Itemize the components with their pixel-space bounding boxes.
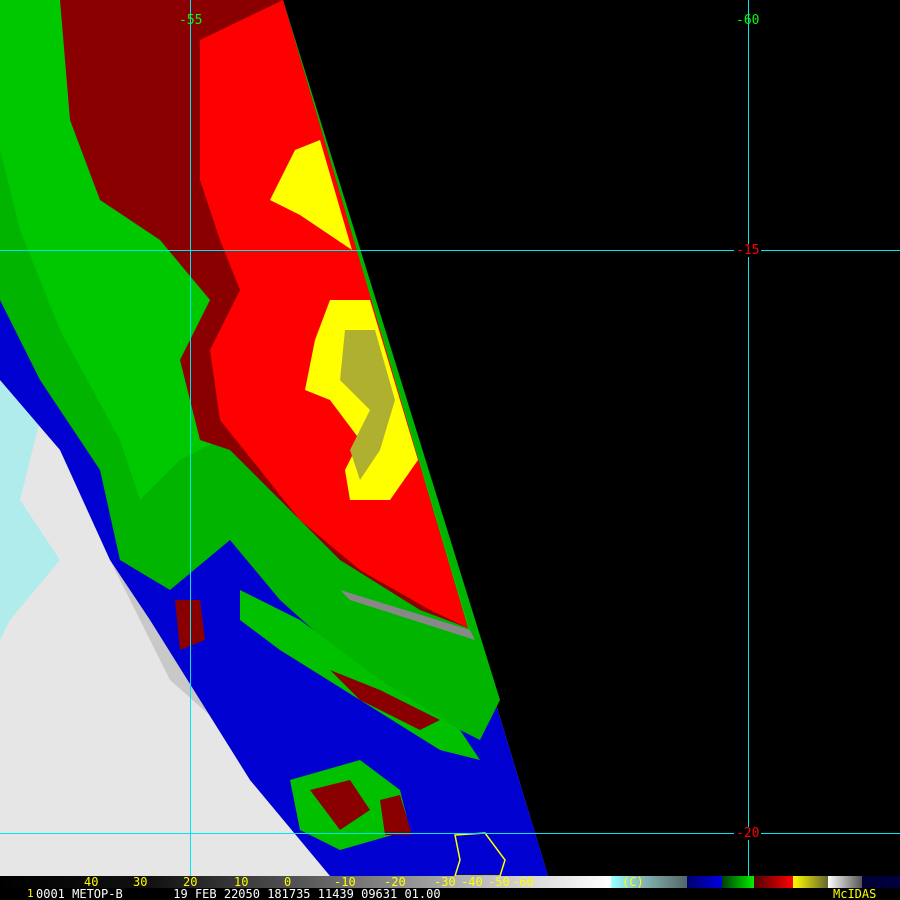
lon-label-left: -55 <box>179 13 203 28</box>
mcidas-brand: McIDAS <box>833 887 877 900</box>
frame-number: 1 <box>27 887 34 900</box>
lat-label-top: -15 <box>734 243 762 258</box>
image-info-text: 0001 METOP-B 19 FEB 22050 181735 11439 0… <box>36 887 441 900</box>
lat-label-bottom: -20 <box>734 826 762 841</box>
ir-imagery <box>0 0 900 876</box>
colorbar-unit: (C) <box>622 875 644 889</box>
colorbar-tick: -60 <box>512 875 534 889</box>
info-bar: 1 0001 METOP-B 19 FEB 22050 181735 11439 … <box>0 888 900 900</box>
satellite-image-view: -55 -60 -15 -20 40 30 20 10 0 -10 -20 -3… <box>0 0 900 900</box>
colorbar-tick: -50 <box>488 875 510 889</box>
lon-label-right: -60 <box>736 13 760 28</box>
colorbar-tick: -40 <box>461 875 483 889</box>
